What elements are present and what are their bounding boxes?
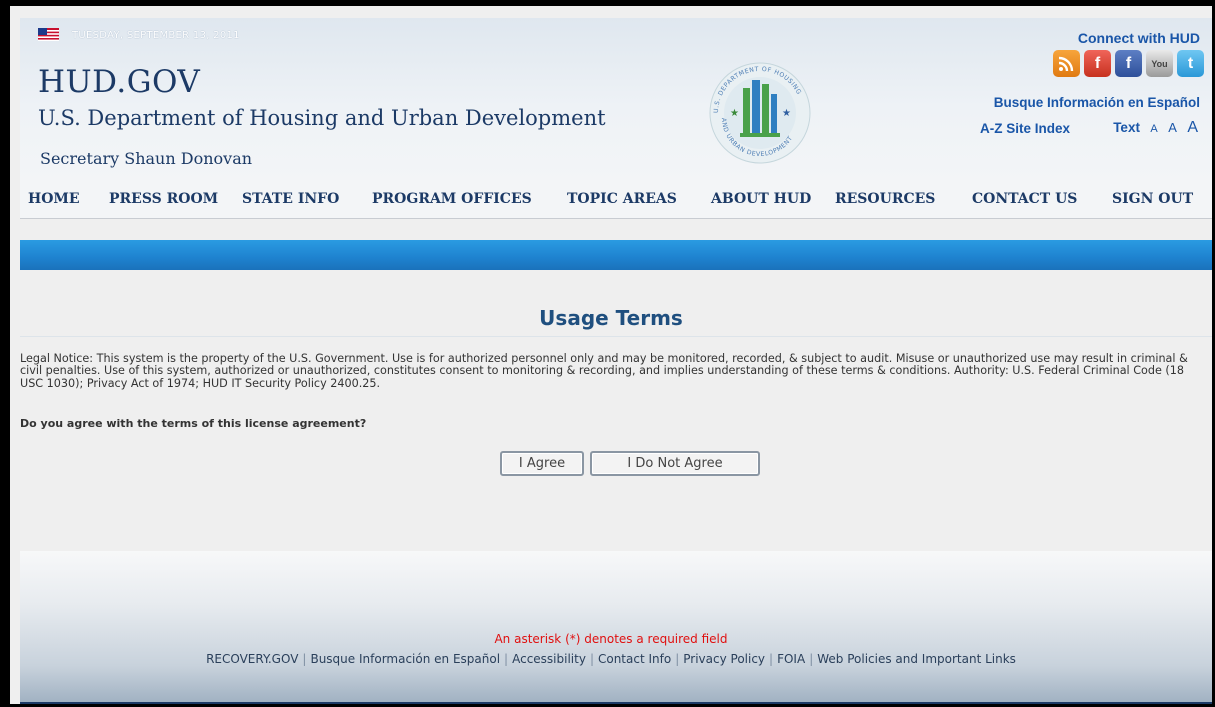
nav-topic-areas[interactable]: TOPIC AREAS [567, 191, 677, 207]
text-size-medium[interactable]: A [1168, 120, 1177, 135]
footer-bottom-line [20, 702, 1212, 704]
department-name: U.S. Department of Housing and Urban Dev… [38, 106, 606, 130]
main-nav: HOME PRESS ROOM STATE INFO PROGRAM OFFIC… [20, 180, 1212, 219]
nav-about-hud[interactable]: ABOUT HUD [711, 191, 811, 207]
footer-link-espanol[interactable]: Busque Información en Español [310, 652, 500, 666]
footer-link-contact-info[interactable]: Contact Info [598, 652, 671, 666]
blue-divider-bar [20, 240, 1212, 270]
youtube-icon[interactable]: You [1146, 50, 1173, 77]
footer-link-accessibility[interactable]: Accessibility [512, 652, 586, 666]
text-size-large[interactable]: A [1187, 119, 1198, 136]
required-field-note: An asterisk (*) denotes a required field [494, 632, 728, 646]
footer-separator: | [769, 652, 774, 666]
facebook-icon[interactable]: f [1115, 50, 1142, 77]
footer-separator: | [589, 652, 594, 666]
footer-link-web-policies[interactable]: Web Policies and Important Links [817, 652, 1016, 666]
site-footer [20, 551, 1212, 704]
espanol-link[interactable]: Busque Información en Español [994, 95, 1200, 110]
nav-contact-us[interactable]: CONTACT US [972, 191, 1077, 207]
agreement-buttons: I Agree I Do Not Agree [500, 451, 760, 476]
hud-seal-logo[interactable]: ★ ★ U.S. DEPARTMENT OF HOUSING AND URBAN… [700, 58, 820, 168]
text-size-small[interactable]: A [1150, 123, 1157, 135]
site-title[interactable]: HUD.GOV [38, 64, 200, 100]
footer-separator: | [504, 652, 509, 666]
footer-separator: | [809, 652, 814, 666]
page-title: Usage Terms [539, 306, 683, 330]
agreement-question: Do you agree with the terms of this lice… [20, 417, 367, 430]
nav-program-offices[interactable]: PROGRAM OFFICES [372, 191, 532, 207]
title-divider [20, 336, 1212, 337]
footer-link-recovery[interactable]: RECOVERY.GOV [206, 652, 298, 666]
disagree-button[interactable]: I Do Not Agree [590, 451, 760, 476]
current-date: TUESDAY, SEPTEMBER 13, 2011 [72, 30, 240, 41]
svg-text:★: ★ [782, 108, 791, 119]
nav-state-info[interactable]: STATE INFO [242, 191, 339, 207]
social-icons: f f You t [1053, 50, 1204, 77]
secretary-name[interactable]: Secretary Shaun Donovan [40, 149, 252, 168]
rss-icon[interactable] [1053, 50, 1080, 77]
svg-text:★: ★ [730, 108, 739, 119]
nav-press-room[interactable]: PRESS ROOM [109, 191, 218, 207]
az-site-index-link[interactable]: A-Z Site Index [980, 121, 1070, 136]
page: TUESDAY, SEPTEMBER 13, 2011 HUD.GOV U.S.… [6, 6, 1212, 704]
us-flag-icon [38, 28, 59, 41]
footer-link-privacy-policy[interactable]: Privacy Policy [683, 652, 765, 666]
twitter-icon[interactable]: t [1177, 50, 1204, 77]
connect-with-hud-label: Connect with HUD [1077, 30, 1200, 46]
text-size-label: Text [1113, 120, 1140, 135]
nav-home[interactable]: HOME [28, 191, 80, 207]
nav-resources[interactable]: RESOURCES [835, 191, 935, 207]
site-header: TUESDAY, SEPTEMBER 13, 2011 HUD.GOV U.S.… [20, 18, 1212, 180]
footer-separator: | [302, 652, 307, 666]
nav-sign-out[interactable]: SIGN OUT [1112, 191, 1193, 207]
footer-separator: | [675, 652, 680, 666]
legal-notice: Legal Notice: This system is the propert… [20, 352, 1188, 390]
footer-link-foia[interactable]: FOIA [777, 652, 805, 666]
myspace-icon[interactable]: f [1084, 50, 1111, 77]
text-size-control: Text A A A [1113, 119, 1198, 137]
footer-links: RECOVERY.GOV | Busque Información en Españ… [10, 652, 1212, 666]
agree-button[interactable]: I Agree [500, 451, 584, 476]
